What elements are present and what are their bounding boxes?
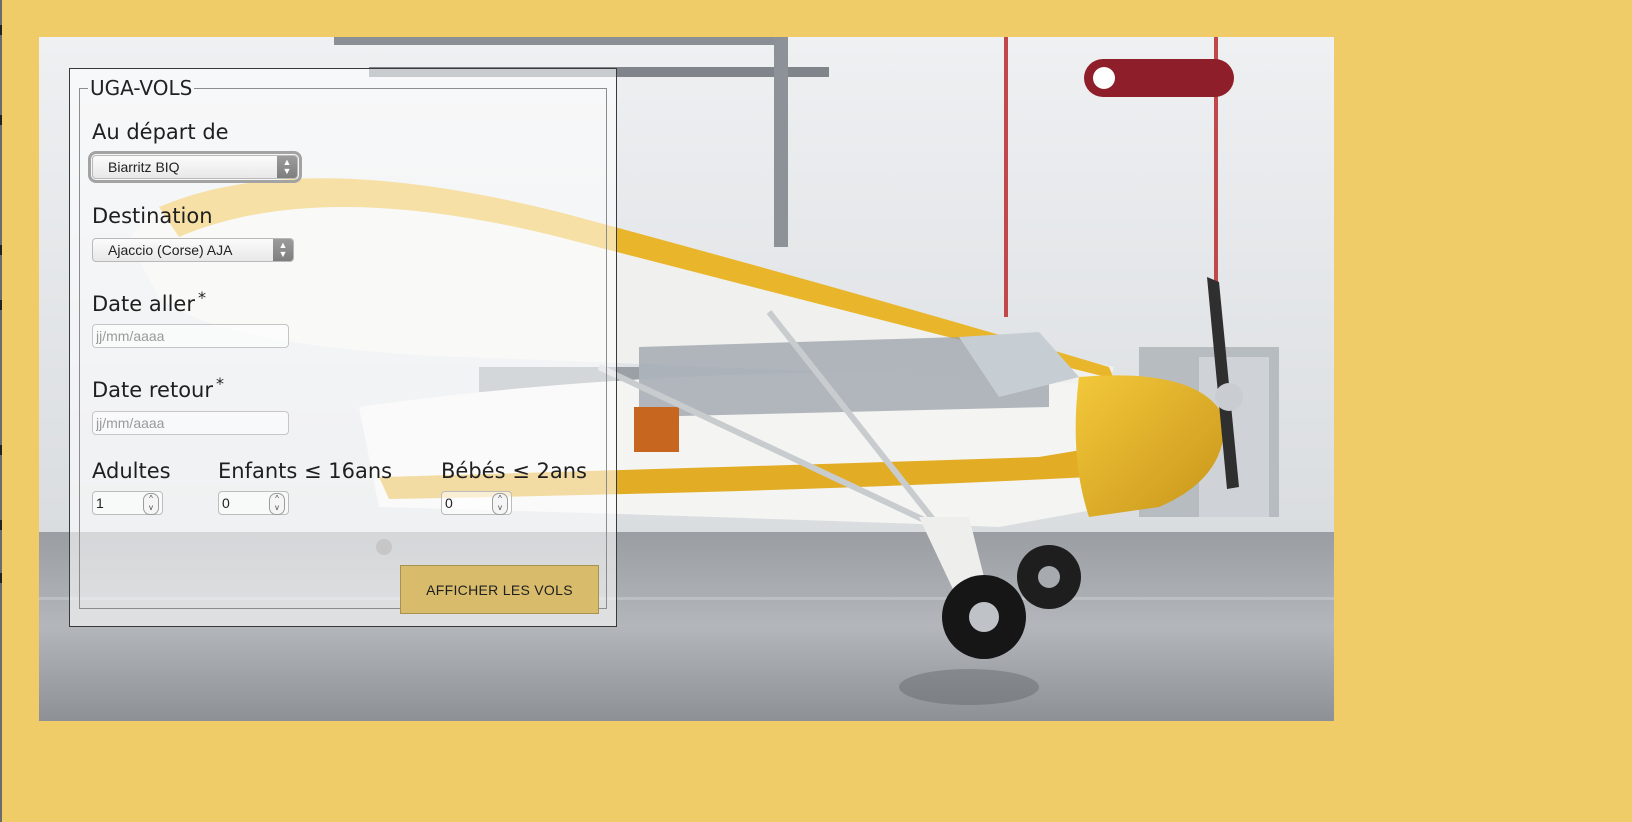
children-value: 0: [222, 495, 230, 511]
select-arrows-icon: ▲ ▼: [277, 156, 297, 178]
date-retour-input[interactable]: [92, 411, 289, 435]
flight-search-fieldset: UGA-VOLS Au départ de Biarritz BIQ ▲ ▼ De…: [79, 76, 607, 614]
children-label: Enfants ≤ 16ans: [218, 459, 393, 483]
babies-input[interactable]: 0 ^ v: [441, 491, 512, 515]
flight-search-panel: UGA-VOLS Au départ de Biarritz BIQ ▲ ▼ De…: [69, 68, 617, 627]
departure-select[interactable]: Biarritz BIQ ▲ ▼: [88, 151, 302, 183]
destination-selected-value: Ajaccio (Corse) AJA: [108, 242, 233, 258]
destination-label: Destination: [92, 204, 213, 228]
departure-label: Au départ de: [92, 120, 229, 144]
departure-selected-value: Biarritz BIQ: [108, 159, 180, 175]
stepper-arrows-icon[interactable]: ^ v: [143, 493, 159, 515]
babies-label: Bébés ≤ 2ans: [441, 459, 587, 483]
required-marker: *: [216, 374, 224, 393]
adults-label: Adultes: [92, 459, 171, 483]
date-retour-label: Date retour *: [92, 374, 224, 402]
required-marker: *: [197, 288, 206, 307]
show-flights-button[interactable]: AFFICHER LES VOLS: [400, 565, 599, 614]
left-window-edge: [0, 0, 2, 822]
select-arrows-icon: ▲ ▼: [273, 239, 293, 261]
date-retour-label-text: Date retour: [92, 378, 213, 402]
children-input[interactable]: 0 ^ v: [218, 491, 289, 515]
date-aller-input[interactable]: [92, 324, 289, 348]
stepper-arrows-icon[interactable]: ^ v: [269, 493, 285, 515]
date-aller-label: Date aller *: [92, 288, 206, 316]
date-aller-label-text: Date aller: [92, 292, 195, 316]
babies-value: 0: [445, 495, 453, 511]
adults-value: 1: [96, 495, 104, 511]
adults-input[interactable]: 1 ^ v: [92, 491, 163, 515]
form-title: UGA-VOLS: [90, 76, 193, 100]
stepper-arrows-icon[interactable]: ^ v: [492, 493, 508, 515]
destination-select[interactable]: Ajaccio (Corse) AJA ▲ ▼: [92, 238, 294, 262]
